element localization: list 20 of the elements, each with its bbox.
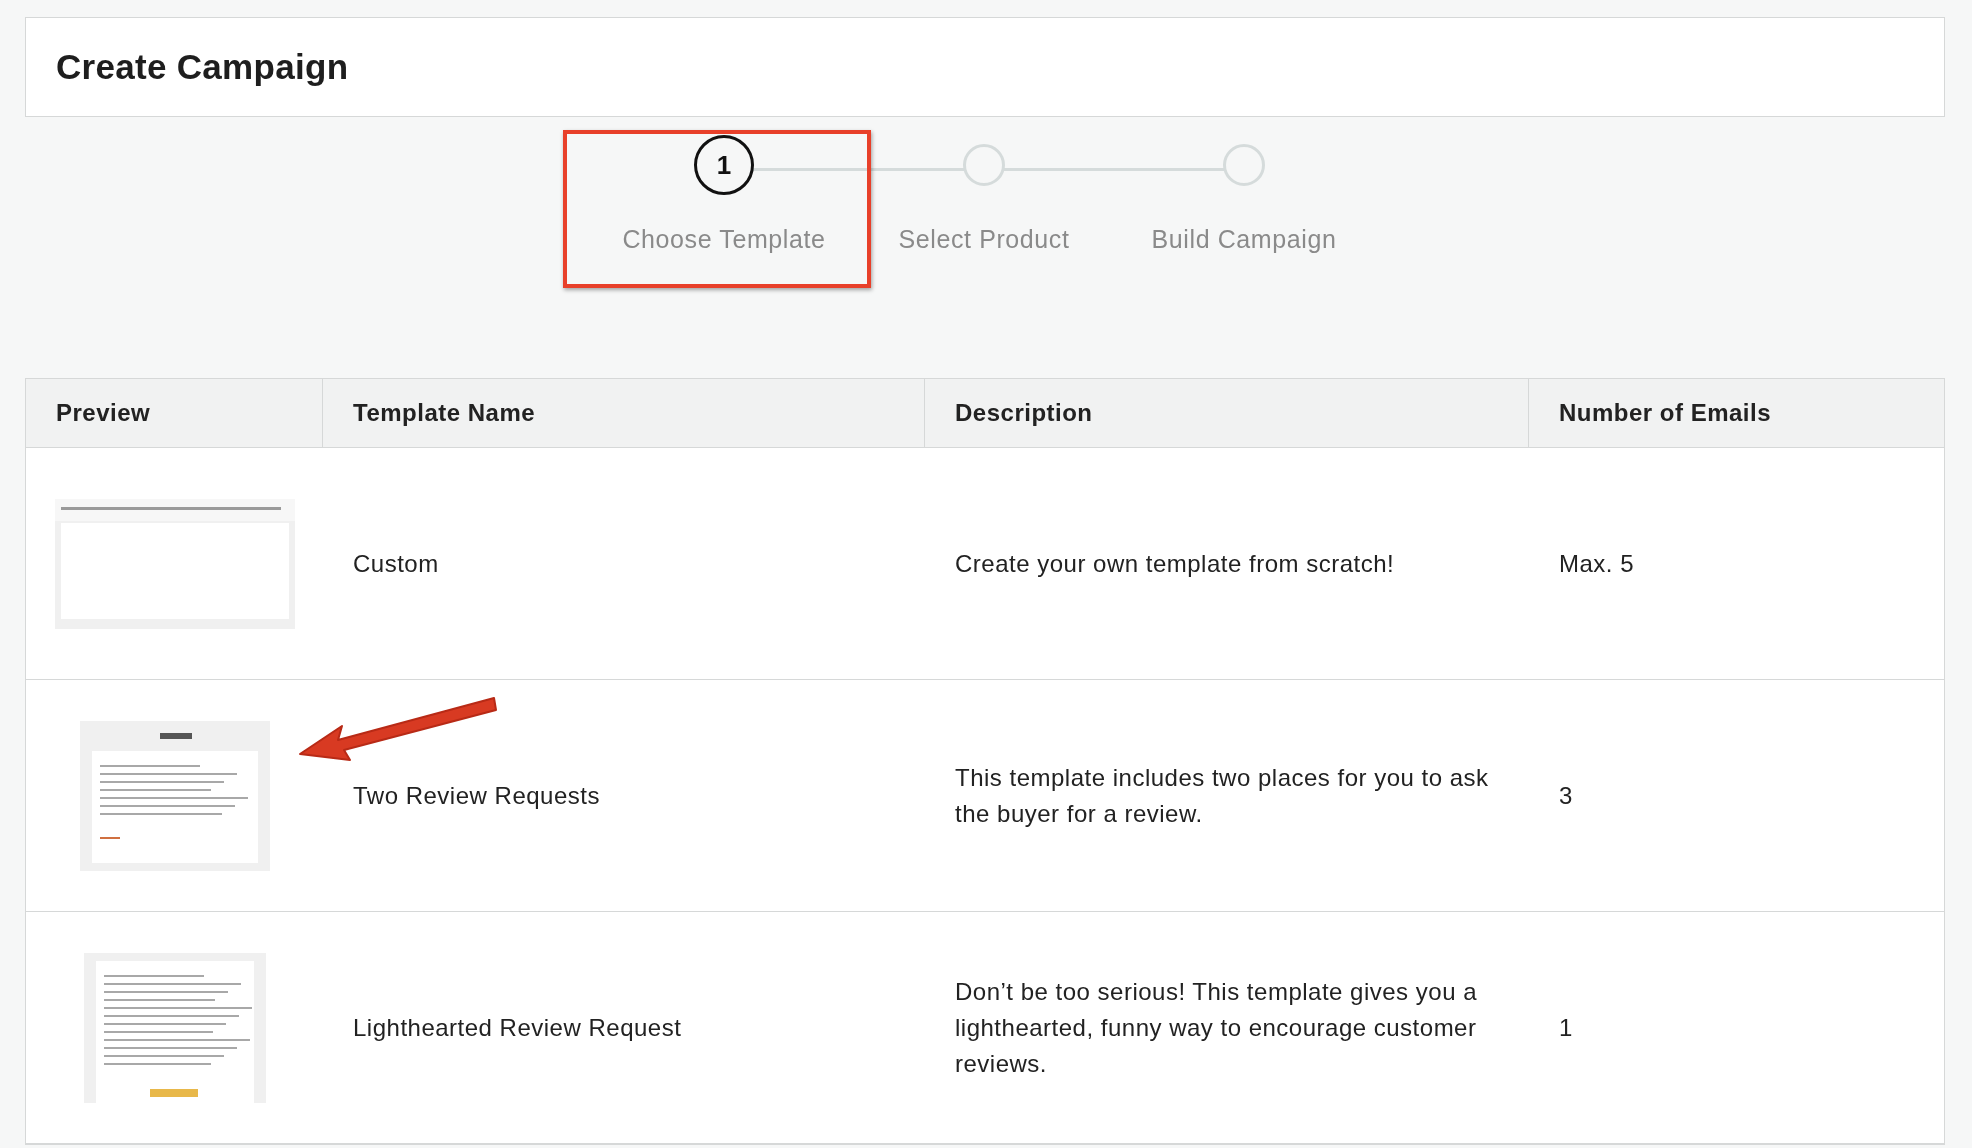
template-description: This template includes two places for you to ask the buyer for a review. (955, 762, 1490, 829)
email-count: Max. 5 (1559, 548, 1635, 579)
step-circle[interactable] (1223, 144, 1265, 186)
template-row[interactable]: Two Review Requests This template includes two places for you to ask the buyer for a review. 3 (26, 680, 1944, 912)
column-header: Number of Emails (1558, 398, 1773, 428)
email-count: 1 (1559, 1012, 1573, 1043)
template-row[interactable]: Custom Create your own template from scratch! Max. 5 (26, 448, 1944, 680)
template-name: Two Review Requests (353, 780, 600, 811)
template-name: Custom (353, 548, 439, 579)
template-description: Create your own template from scratch! (955, 548, 1395, 579)
column-header: Preview (26, 379, 323, 447)
step-circle[interactable] (963, 144, 1005, 186)
column-header: Description (925, 379, 1529, 447)
email-count: 3 (1559, 780, 1573, 811)
template-name: Lighthearted Review Request (353, 1012, 682, 1043)
step-circle[interactable]: 1 (694, 135, 754, 195)
template-description: Don’t be too serious! This template gives you a lighthearted, funny way to encourage customer reviews. (955, 976, 1478, 1079)
template-row[interactable]: Lighthearted Review Request Don’t be too serious! This template gives you a lighthearted, funny way to encourage customer reviews. 1 (26, 912, 1944, 1144)
page-title: Create Campaign (56, 47, 349, 87)
column-header: Template Name (323, 379, 925, 447)
